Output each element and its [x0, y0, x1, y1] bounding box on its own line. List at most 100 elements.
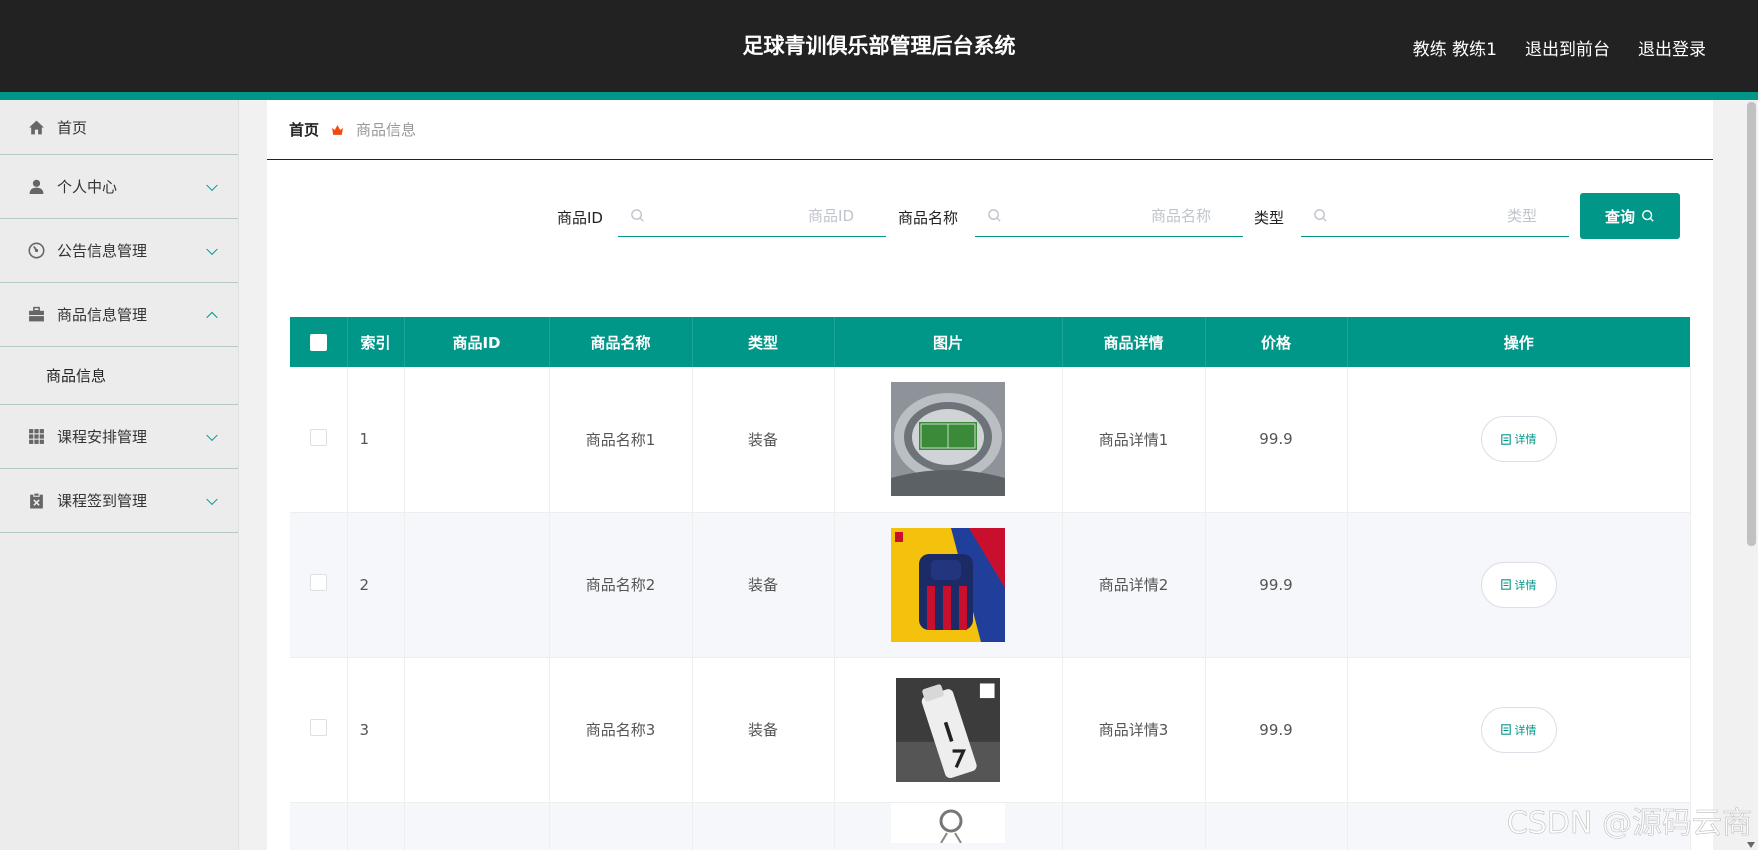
goods-detail-cell: 商品详情1	[1062, 367, 1206, 513]
user-icon	[28, 178, 45, 195]
column-header: 索引	[347, 317, 405, 367]
chevron-down-icon	[206, 429, 218, 441]
breadcrumb-separator-icon	[331, 123, 344, 136]
goods-id-input[interactable]	[645, 206, 886, 225]
column-header: 类型	[692, 317, 835, 367]
goods-type-input[interactable]	[1328, 206, 1569, 225]
goods-detail-cell: 商品详情2	[1062, 512, 1206, 658]
sidebar-item-home[interactable]: 首页	[0, 100, 238, 155]
goods-price-cell: 99.9	[1205, 367, 1348, 513]
goods-price-cell: 99.9	[1205, 512, 1348, 658]
sidebar-item-label: 个人中心	[57, 178, 118, 196]
goods-name-label: 商品名称	[898, 209, 959, 227]
query-button[interactable]: 查询	[1580, 193, 1680, 239]
goods-type-cell: 装备	[692, 512, 835, 658]
clipboard-icon	[28, 492, 45, 509]
row-checkbox[interactable]	[309, 428, 327, 446]
keychain-image	[891, 802, 1005, 844]
goods-id-cell	[404, 657, 550, 803]
sidebar-item-course-signin[interactable]: 课程签到管理	[0, 469, 238, 533]
sidebar-item-announcement[interactable]: 公告信息管理	[0, 219, 238, 283]
chevron-down-icon	[206, 493, 218, 505]
select-all-checkbox[interactable]	[309, 334, 327, 351]
juventus-bottle-image	[896, 677, 1000, 782]
search-bar: 商品ID 商品名称 类型 查询	[267, 193, 1713, 241]
barca-backpack-image	[891, 527, 1005, 642]
column-header: 操作	[1347, 317, 1690, 367]
scroll-down-arrow-icon[interactable]	[1747, 842, 1755, 848]
goods-name-cell: 商品名称1	[549, 367, 693, 513]
search-icon	[1313, 208, 1328, 223]
row-checkbox[interactable]	[309, 719, 327, 736]
column-header: 商品详情	[1062, 317, 1206, 367]
sidebar-item-course-schedule[interactable]: 课程安排管理	[0, 405, 238, 469]
goods-id-label: 商品ID	[557, 209, 603, 227]
row-index: 1	[347, 367, 405, 513]
document-icon	[1500, 434, 1511, 445]
top-bar: 足球青训俱乐部管理后台系统 教练 教练1 退出到前台 退出登录	[0, 0, 1758, 92]
table-row: 2 商品名称2 装备 商品详情2 99.9 详情	[290, 512, 1691, 658]
sidebar-item-label: 公告信息管理	[57, 242, 148, 260]
chevron-down-icon	[206, 179, 218, 191]
goods-type-label: 类型	[1254, 209, 1285, 227]
table-row: 3 商品名称3 装备 商品详情3 99.9 详情	[290, 657, 1691, 803]
table-row: 1 商品名称1 装备 商品详情1 99.9 详情	[290, 367, 1691, 513]
search-icon	[1641, 209, 1655, 223]
detail-button[interactable]: 详情	[1480, 416, 1557, 463]
detail-button[interactable]: 详情	[1480, 561, 1557, 608]
sidebar-item-label: 首页	[57, 118, 88, 137]
row-index: 2	[347, 512, 405, 658]
breadcrumb: 首页 商品信息	[267, 100, 1713, 160]
goods-type-field	[1301, 195, 1569, 237]
goods-name-cell: 商品名称2	[549, 512, 693, 658]
sidebar-item-label: 商品信息管理	[57, 306, 148, 324]
goods-name-input[interactable]	[1002, 206, 1243, 225]
content-area: 商品ID 商品名称 类型 查询	[267, 161, 1713, 850]
sidebar-item-goods-management[interactable]: 商品信息管理	[0, 283, 238, 347]
detail-button[interactable]: 详情	[1480, 706, 1557, 753]
select-all-header	[290, 317, 348, 367]
document-icon	[1500, 579, 1511, 590]
goods-id-field	[618, 195, 886, 237]
table-header-row: 索引 商品ID 商品名称 类型 图片 商品详情 价格 操作	[290, 317, 1690, 367]
search-icon	[987, 208, 1002, 223]
scrollbar-thumb[interactable]	[1747, 102, 1756, 546]
breadcrumb-home[interactable]: 首页	[289, 119, 319, 140]
goods-name-cell: 商品名称3	[549, 657, 693, 803]
page-scrollbar[interactable]	[1745, 100, 1758, 850]
column-header: 价格	[1205, 317, 1348, 367]
detail-button-label: 详情	[1514, 578, 1537, 592]
sidebar-subitem-goods-info[interactable]: 商品信息	[0, 347, 238, 405]
goods-id-cell	[404, 367, 550, 513]
goods-id-cell	[404, 512, 550, 658]
table-row	[290, 802, 1691, 850]
column-header: 商品名称	[549, 317, 693, 367]
goods-type-cell: 装备	[692, 657, 835, 803]
chevron-up-icon	[206, 311, 218, 323]
detail-button-label: 详情	[1514, 433, 1537, 447]
chevron-down-icon	[206, 243, 218, 255]
logout-link[interactable]: 退出登录	[1638, 35, 1706, 60]
topbar-accent-strip	[0, 92, 1758, 100]
detail-button-label: 详情	[1514, 723, 1537, 737]
briefcase-icon	[28, 306, 45, 323]
goods-detail-cell: 商品详情3	[1062, 657, 1206, 803]
dashboard-icon	[28, 242, 45, 259]
grid-icon	[28, 428, 45, 445]
goods-table: 索引 商品ID 商品名称 类型 图片 商品详情 价格 操作 1 商品名称1 装备…	[290, 317, 1691, 850]
sidebar-item-label: 课程安排管理	[57, 428, 148, 446]
row-index: 3	[347, 657, 405, 803]
exit-to-frontend-link[interactable]: 退出到前台	[1525, 35, 1610, 60]
current-user-label: 教练 教练1	[1412, 40, 1497, 60]
column-header: 图片	[834, 317, 1063, 367]
goods-name-field	[975, 195, 1243, 237]
sidebar-item-personal-center[interactable]: 个人中心	[0, 155, 238, 219]
watermark: CSDN @源码云商	[1506, 806, 1753, 842]
document-icon	[1500, 724, 1511, 735]
main-panel: 首页 商品信息 商品ID 商品名称 类型	[267, 100, 1713, 850]
row-checkbox[interactable]	[309, 574, 327, 591]
home-icon	[28, 119, 45, 136]
column-header: 商品ID	[404, 317, 550, 367]
sidebar: 首页 个人中心 公告信息管理 商品信息管理 商品信息 课程安排管理 课程签到管理	[0, 100, 239, 850]
goods-type-cell: 装备	[692, 367, 835, 513]
